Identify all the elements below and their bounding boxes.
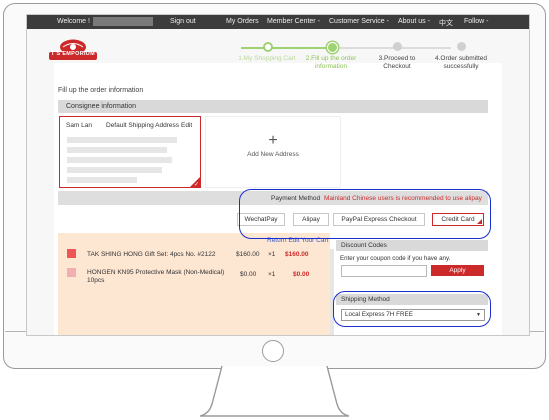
step-1-label: 1.My Shopping Cart xyxy=(238,55,296,62)
annotation-oval-shipping xyxy=(333,291,491,327)
consignee-header-bar: Consignee information xyxy=(58,100,488,113)
step-3-label: 3.Proceed to Checkout xyxy=(378,55,416,70)
cart-item-name: TAK SHING HONG Gift Set: 4pcs No. #2122 xyxy=(87,251,216,258)
welcome-text: Welcome ! xyxy=(57,18,90,25)
cart-scrollbar[interactable] xyxy=(330,249,334,335)
monitor-stand xyxy=(199,366,350,417)
cart-item-qty: ×1 xyxy=(268,251,276,258)
discount-header-bar: Discount Codes xyxy=(336,240,488,251)
plus-icon: + xyxy=(268,132,278,149)
step-3-dot xyxy=(393,42,402,51)
address-line-redacted xyxy=(67,147,167,153)
discount-header: Discount Codes xyxy=(341,242,387,249)
apply-button[interactable]: Apply xyxy=(431,265,484,276)
address-line-redacted xyxy=(67,167,162,173)
address-line-redacted xyxy=(67,157,172,163)
top-nav-bar: Welcome ! Sign out My Orders Member Cent… xyxy=(27,15,529,29)
annotation-oval-payment xyxy=(239,189,491,239)
progress-fill xyxy=(241,47,331,49)
screen: Welcome ! Sign out My Orders Member Cent… xyxy=(26,14,530,336)
customer-service-link[interactable]: Customer Service - xyxy=(329,18,389,25)
cart-item-total: $160.00 xyxy=(285,251,309,258)
my-orders-link[interactable]: My Orders xyxy=(226,18,259,25)
step-1-dot xyxy=(263,42,273,52)
address-line-redacted xyxy=(67,177,137,183)
coupon-input[interactable] xyxy=(341,265,427,277)
step-2-label: 2.Fill up the order information xyxy=(305,55,357,70)
default-address-label: Default Shipping Address xyxy=(106,122,179,129)
address-name: Sam Lan xyxy=(66,122,93,129)
cart-item-price: $160.00 xyxy=(236,251,260,258)
member-center-link[interactable]: Member Center - xyxy=(267,18,320,25)
page-title: Fill up the order information xyxy=(58,87,144,94)
step-2-dot xyxy=(327,42,338,53)
follow-link[interactable]: Follow - xyxy=(464,18,489,25)
cart-item-total: $0.00 xyxy=(293,271,310,278)
step-4-dot xyxy=(457,42,466,51)
cart-item-qty: ×1 xyxy=(268,271,276,278)
coupon-prompt: Enter your coupon code if you have any. xyxy=(340,255,451,262)
add-new-address-label: Add New Address xyxy=(247,151,299,158)
check-icon: ✓ xyxy=(193,182,199,188)
address-line-redacted xyxy=(67,137,177,143)
cart-item-name: HONGEN KN95 Protective Mask (Non-Medical… xyxy=(87,269,225,284)
step-4-label: 4.Order submitted successfully xyxy=(434,55,488,70)
about-us-link[interactable]: About us - xyxy=(398,18,430,25)
language-link[interactable]: 中文 xyxy=(439,18,453,28)
cart-item-price: $0.00 xyxy=(240,271,257,278)
power-button-icon xyxy=(262,340,284,362)
brand-logo-text: T S EMPORIUM xyxy=(51,51,95,57)
address-card-selected[interactable]: Sam Lan Default Shipping Address Edit ✓ xyxy=(59,116,201,188)
username-redacted xyxy=(93,17,153,26)
add-new-address-card[interactable]: + Add New Address xyxy=(205,116,341,188)
consignee-header: Consignee information xyxy=(66,103,137,110)
signout-link[interactable]: Sign out xyxy=(170,18,196,25)
brand-logo[interactable] xyxy=(47,38,99,62)
product-thumb-icon xyxy=(67,268,76,277)
address-edit-link[interactable]: Edit xyxy=(181,122,192,129)
product-thumb-icon xyxy=(67,249,76,258)
